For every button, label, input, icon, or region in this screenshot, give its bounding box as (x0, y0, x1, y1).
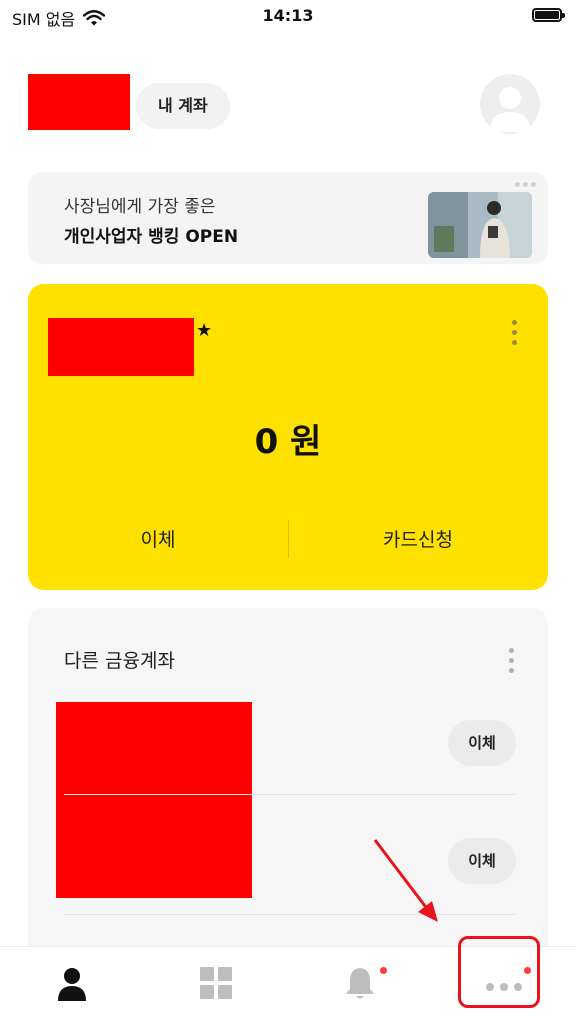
row-transfer-button[interactable]: 이체 (448, 838, 516, 884)
nav-menu[interactable] (144, 947, 288, 1025)
banner-image (428, 192, 532, 258)
redacted-account-name (48, 318, 194, 376)
banner-subtitle: 사장님에게 가장 좋은 (64, 197, 216, 217)
battery-icon (532, 8, 565, 22)
main-account-card[interactable]: ★ 0 원 이체 카드신청 (28, 284, 548, 590)
card-apply-button[interactable]: 카드신청 (288, 520, 548, 560)
redacted-account-list (56, 702, 252, 898)
banner-page-indicator (515, 182, 536, 187)
other-accounts-more-icon[interactable] (509, 648, 514, 673)
person-icon (58, 968, 86, 1001)
nav-my-account[interactable] (0, 947, 144, 1025)
annotation-highlight-box (458, 936, 540, 1008)
row-divider (64, 914, 516, 915)
profile-avatar[interactable] (480, 74, 540, 134)
promo-banner[interactable]: 사장님에게 가장 좋은 개인사업자 뱅킹 OPEN (28, 172, 548, 264)
nav-notifications[interactable] (288, 947, 432, 1025)
notification-badge (380, 967, 387, 974)
other-accounts-card: 다른 금융계좌 이체 이체 (28, 608, 548, 968)
my-account-button[interactable]: 내 계좌 (136, 83, 230, 129)
transfer-button[interactable]: 이체 (28, 520, 288, 560)
grid-icon (200, 967, 232, 999)
row-divider (64, 794, 516, 795)
clock: 14:13 (262, 6, 314, 25)
card-more-menu-icon[interactable] (512, 320, 518, 345)
other-accounts-title: 다른 금융계좌 (64, 650, 175, 672)
banner-title: 개인사업자 뱅킹 OPEN (64, 227, 239, 247)
status-bar: SIM 없음 14:13 (0, 0, 576, 34)
redacted-user-name (28, 74, 130, 130)
star-icon: ★ (196, 320, 213, 341)
bell-icon (346, 968, 374, 999)
account-balance: 0 원 (254, 422, 322, 462)
person-silhouette-icon (490, 87, 530, 132)
row-transfer-button[interactable]: 이체 (448, 720, 516, 766)
